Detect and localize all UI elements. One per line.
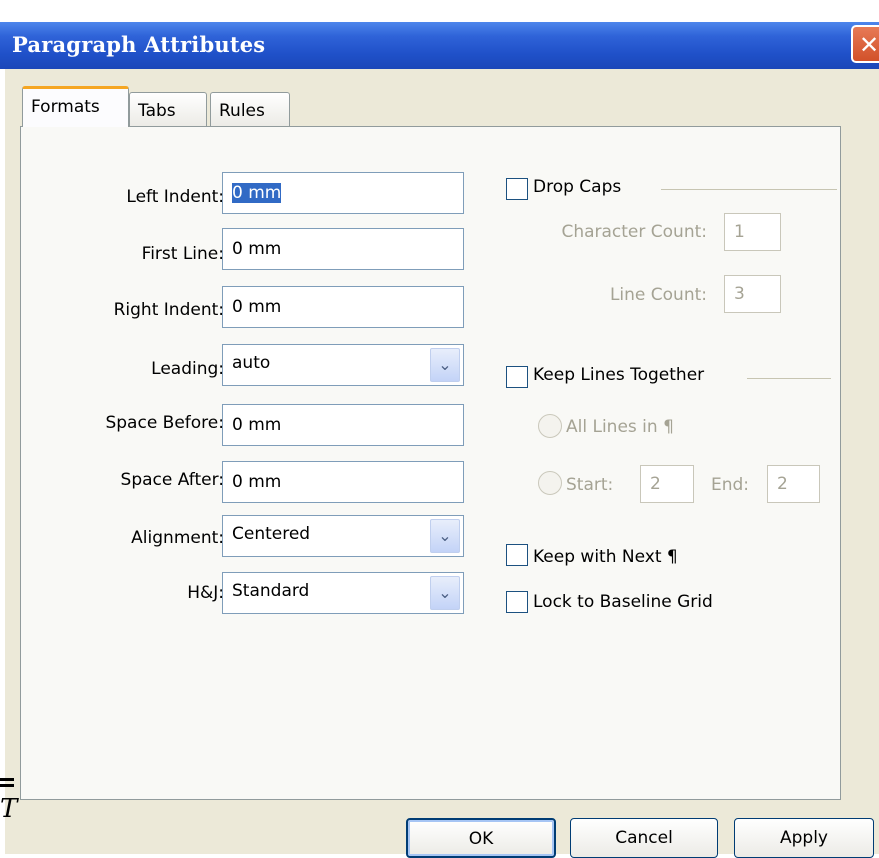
leading-value: auto <box>232 353 271 373</box>
right-indent-label: Right Indent: <box>113 300 224 320</box>
line-count-value: 3 <box>734 284 745 304</box>
right-indent-value: 0 mm <box>232 297 282 317</box>
left-indent-value: 0 mm <box>232 183 282 203</box>
chevron-down-icon[interactable]: ⌄ <box>430 348 460 382</box>
alignment-value: Centered <box>232 524 311 544</box>
apply-button[interactable]: Apply <box>734 818 874 858</box>
end-input: 2 <box>767 465 820 503</box>
leading-label: Leading: <box>151 359 224 379</box>
hj-label: H&J: <box>187 583 224 603</box>
end-label: End: <box>711 475 750 495</box>
space-after-label: Space After: <box>120 470 224 490</box>
tab-rules[interactable]: Rules <box>210 92 290 126</box>
first-line-label: First Line: <box>141 244 224 264</box>
alignment-label: Alignment: <box>131 528 224 548</box>
cancel-button[interactable]: Cancel <box>570 818 718 858</box>
close-button[interactable]: ✕ <box>851 25 879 63</box>
space-before-label: Space Before: <box>105 413 224 433</box>
line-count-label: Line Count: <box>609 285 707 305</box>
background-line-fragment <box>0 778 14 781</box>
ok-button[interactable]: OK <box>406 818 556 858</box>
space-after-value: 0 mm <box>232 472 282 492</box>
left-indent-label: Left Indent: <box>126 187 224 207</box>
tab-formats[interactable]: Formats <box>22 86 129 127</box>
first-line-value: 0 mm <box>232 239 282 259</box>
all-lines-label: All Lines in ¶ <box>566 417 674 437</box>
tab-tabs[interactable]: Tabs <box>129 92 207 126</box>
window-title: Paragraph Attributes <box>12 32 266 57</box>
chevron-down-icon[interactable]: ⌄ <box>430 576 460 610</box>
start-input: 2 <box>640 465 694 503</box>
window-left-edge <box>0 69 5 854</box>
character-count-value: 1 <box>734 222 745 242</box>
background-line-fragment <box>0 784 14 787</box>
formats-panel: Left Indent: 0 mm First Line: 0 mm Right… <box>20 126 841 800</box>
start-radio <box>538 471 562 495</box>
space-before-input[interactable]: 0 mm <box>222 404 464 446</box>
space-after-input[interactable]: 0 mm <box>222 461 464 503</box>
keep-lines-together-label: Keep Lines Together <box>533 365 705 385</box>
keep-lines-divider <box>747 378 831 379</box>
keep-lines-together-checkbox[interactable] <box>506 366 528 388</box>
tab-formats-label: Formats <box>31 97 100 117</box>
keep-with-next-checkbox[interactable] <box>506 544 528 566</box>
start-label: Start: <box>566 475 614 495</box>
tab-tabs-label: Tabs <box>138 101 176 121</box>
drop-caps-divider <box>661 189 837 190</box>
right-indent-input[interactable]: 0 mm <box>222 286 464 328</box>
character-count-input: 1 <box>724 213 781 251</box>
drop-caps-checkbox[interactable] <box>506 178 528 200</box>
all-lines-radio <box>538 414 562 438</box>
lock-to-baseline-checkbox[interactable] <box>506 591 528 613</box>
left-indent-input[interactable]: 0 mm <box>222 172 464 214</box>
hj-value: Standard <box>232 581 310 601</box>
title-bar: Paragraph Attributes ✕ <box>0 22 879 69</box>
character-count-label: Character Count: <box>561 222 707 242</box>
leading-select[interactable]: auto ⌄ <box>222 344 464 386</box>
end-value: 2 <box>777 474 788 494</box>
first-line-input[interactable]: 0 mm <box>222 228 464 270</box>
drop-caps-label: Drop Caps <box>533 177 622 197</box>
hj-select[interactable]: Standard ⌄ <box>222 572 464 614</box>
background-text-fragment: T <box>0 794 18 824</box>
lock-to-baseline-label: Lock to Baseline Grid <box>533 592 713 612</box>
chevron-down-icon[interactable]: ⌄ <box>430 519 460 553</box>
alignment-select[interactable]: Centered ⌄ <box>222 515 464 557</box>
close-icon: ✕ <box>859 31 879 59</box>
tab-rules-label: Rules <box>219 101 265 121</box>
keep-with-next-label: Keep with Next ¶ <box>533 547 678 567</box>
line-count-input: 3 <box>724 275 781 313</box>
space-before-value: 0 mm <box>232 415 282 435</box>
start-value: 2 <box>650 474 661 494</box>
